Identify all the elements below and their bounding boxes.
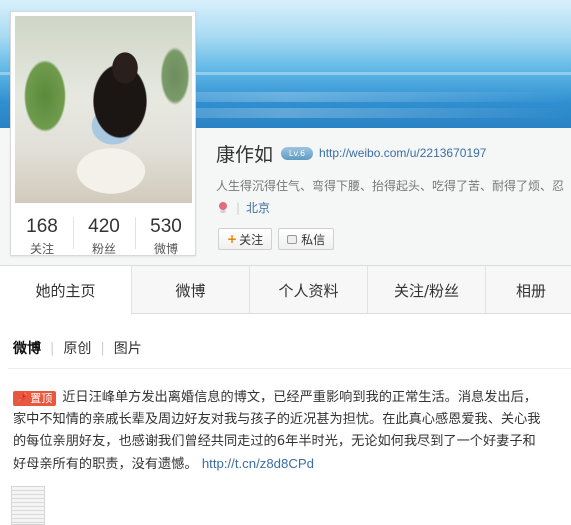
profile-bio: 人生得沉得住气、弯得下腰、抬得起头、吃得了苦、耐得了烦、忍 <box>216 179 565 193</box>
post-line: 的每位亲朋好友，也感谢我们曾经共同走过的6年半时光，无论如何我尽到了一个好妻子和 <box>13 434 536 449</box>
profile-card: 168 关注 420 粉丝 530 微博 <box>10 11 196 256</box>
follow-button-label: 关注 <box>239 232 264 247</box>
follow-button[interactable]: + 关注 <box>218 228 273 250</box>
filter-original[interactable]: 原创 <box>63 338 91 358</box>
post-text: 好母亲所有的职责，没有遗憾。 <box>13 457 198 472</box>
feed-divider <box>8 368 571 369</box>
stat-followers-label: 粉丝 <box>91 242 116 256</box>
message-icon <box>287 234 298 244</box>
plus-icon: + <box>227 232 238 246</box>
stat-following-label: 关注 <box>29 242 54 256</box>
location-row: | 北京 <box>218 199 270 216</box>
avatar[interactable] <box>15 16 192 203</box>
profile-stats: 168 关注 420 粉丝 530 微博 <box>11 207 197 257</box>
stat-posts-label: 微博 <box>153 242 178 256</box>
pinned-badge: 📌 置顶 <box>13 391 57 406</box>
stat-followers[interactable]: 420 粉丝 <box>73 207 135 257</box>
profile-name-row: 康作如 Lv.6 http://weibo.com/u/2213670197 <box>216 141 486 166</box>
post-line: 📌 置顶 近日汪峰单方发出离婚信息的博文，已经严重影响到我的正常生活。消息发出后， <box>13 387 571 409</box>
filter-all-posts[interactable]: 微博 <box>13 338 41 358</box>
filter-separator: | <box>100 340 105 356</box>
message-button[interactable]: 私信 <box>278 228 335 250</box>
feed-filter-tabs: 微博 | 原创 | 图片 <box>13 338 142 358</box>
tab-album[interactable]: 相册 <box>486 266 571 314</box>
tab-profile-info[interactable]: 个人资料 <box>250 266 368 314</box>
location-separator: | <box>236 200 241 215</box>
profile-name: 康作如 <box>216 143 274 166</box>
pinned-post: 📌 置顶 近日汪峰单方发出离婚信息的博文，已经严重影响到我的正常生活。消息发出后， … <box>13 387 571 476</box>
stat-following-count: 168 <box>26 216 58 237</box>
post-line: 好母亲所有的职责，没有遗憾。 http://t.cn/z8d8CPd <box>13 453 571 476</box>
tab-home[interactable]: 她的主页 <box>0 266 132 315</box>
post-line: 家中不知情的亲戚长辈及周边好友对我与孩子的近况甚为担忧。在此真心感恩爱我、关心我 <box>13 412 541 427</box>
stat-posts[interactable]: 530 微博 <box>135 207 197 257</box>
level-badge-icon[interactable]: Lv.6 <box>281 146 314 160</box>
location-pin-icon <box>218 201 228 214</box>
filter-separator: | <box>50 340 55 356</box>
pinned-badge-label: 置顶 <box>30 392 53 405</box>
profile-url-link[interactable]: http://weibo.com/u/2213670197 <box>319 146 486 160</box>
stat-following[interactable]: 168 关注 <box>11 207 73 257</box>
profile-tabs: 她的主页 微博 个人资料 关注/粉丝 相册 <box>0 266 571 315</box>
post-short-link[interactable]: http://t.cn/z8d8CPd <box>202 456 314 471</box>
stat-posts-count: 530 <box>150 216 182 237</box>
location-link[interactable]: 北京 <box>246 199 270 216</box>
pin-icon: 📌 <box>17 393 29 403</box>
stat-followers-count: 420 <box>88 216 120 237</box>
tab-weibo[interactable]: 微博 <box>132 266 250 314</box>
post-text: 近日汪峰单方发出离婚信息的博文，已经严重影响到我的正常生活。消息发出后， <box>62 390 537 405</box>
tab-follow-fans[interactable]: 关注/粉丝 <box>368 266 486 314</box>
post-image-thumbnail[interactable] <box>11 486 45 525</box>
profile-actions: + 关注 私信 <box>218 228 335 250</box>
message-button-label: 私信 <box>301 232 326 247</box>
filter-images[interactable]: 图片 <box>114 338 142 358</box>
